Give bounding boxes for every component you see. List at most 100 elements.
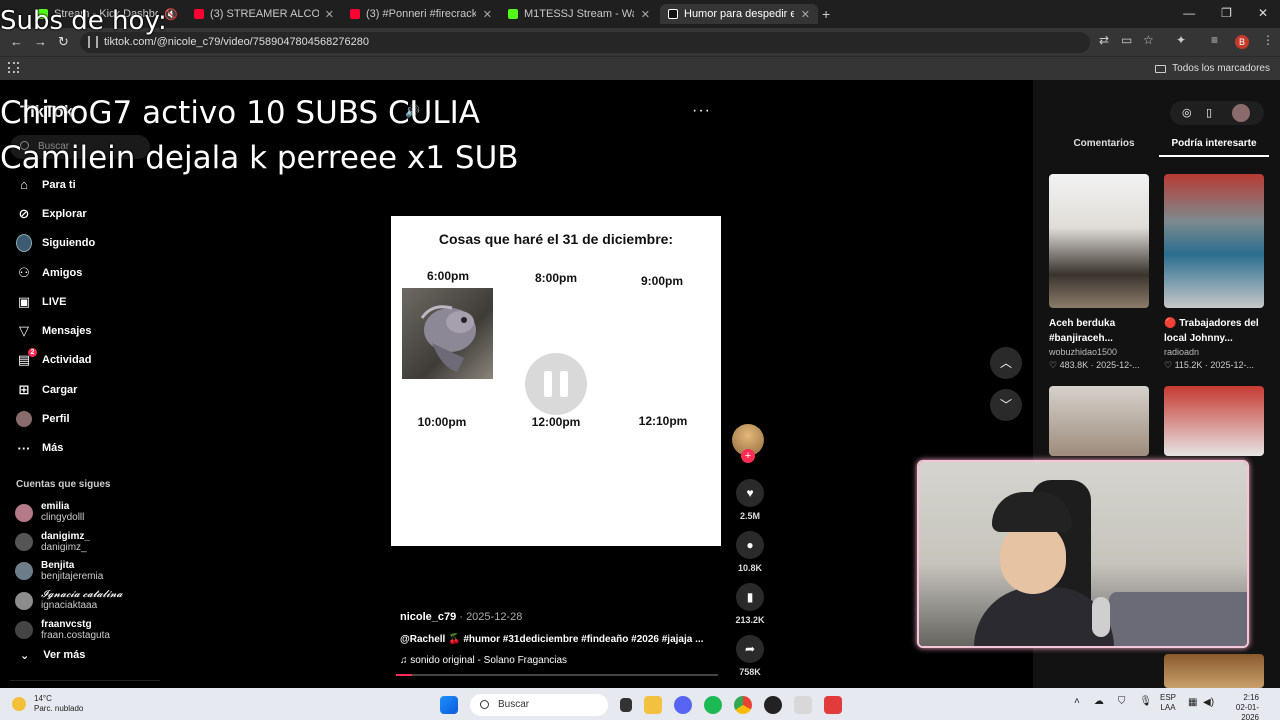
- maximize-icon[interactable]: ❐: [1221, 6, 1232, 20]
- close-tab-icon[interactable]: ✕: [325, 8, 334, 21]
- language-indicator[interactable]: ESP LAA: [1160, 693, 1176, 713]
- forward-icon[interactable]: →: [34, 34, 47, 49]
- extensions-icon[interactable]: ✦: [1176, 33, 1186, 47]
- weather-widget[interactable]: 14°C Parc. nublado: [12, 694, 83, 714]
- suggested-video-card[interactable]: [1164, 654, 1264, 688]
- new-tab-button[interactable]: +: [822, 6, 830, 22]
- tab-title: (3) #Ponneri #firecrackers #fire: [366, 8, 476, 20]
- file-explorer-icon[interactable]: [644, 696, 662, 714]
- minimize-icon[interactable]: —: [1183, 6, 1195, 20]
- menu-icon[interactable]: ⋮: [1262, 33, 1274, 47]
- follow-plus-button[interactable]: +: [741, 449, 755, 463]
- chrome-icon[interactable]: [734, 696, 752, 714]
- sidebar-item-mensajes[interactable]: ▽ Mensajes: [16, 316, 95, 345]
- windows-start-icon[interactable]: [440, 696, 458, 714]
- bookmark-star-icon[interactable]: ☆: [1143, 33, 1154, 47]
- video-description[interactable]: @Rachell 🍒 #humor #31dediciembre #findea…: [400, 634, 703, 645]
- sidebar-item-cargar[interactable]: ⊞ Cargar: [16, 375, 95, 404]
- subs-line-overlay: ChinoG7 activo 10 SUBS CULIA: [0, 95, 480, 131]
- see-more-button[interactable]: ⌄ Ver más: [20, 649, 85, 662]
- tab-comentarios[interactable]: Comentarios: [1049, 138, 1159, 157]
- cast-icon[interactable]: ▭: [1121, 33, 1132, 47]
- browser-tab[interactable]: M1TESSJ Stream - Watch Live o ✕: [500, 4, 658, 24]
- close-tab-icon[interactable]: ✕: [483, 8, 492, 21]
- suggested-video-card[interactable]: [1164, 386, 1264, 456]
- discord-icon[interactable]: [674, 696, 692, 714]
- network-icon[interactable]: ☁: [1094, 696, 1104, 707]
- following-list: emilia clingydolll danigimz_ danigimz_ Ben…: [15, 498, 122, 645]
- suggested-video-card[interactable]: 🔴 Trabajadores del local Johnny... radio…: [1164, 174, 1264, 371]
- task-view-icon[interactable]: [620, 698, 632, 712]
- browser-tab[interactable]: (3) #Ponneri #firecrackers #fire ✕: [342, 4, 500, 24]
- streaming-app-icon[interactable]: [824, 696, 842, 714]
- browser-tab[interactable]: (3) STREAMER ALCOHOLIZADO ✕: [186, 4, 342, 24]
- sidebar-item-label: Más: [42, 442, 64, 455]
- reload-icon[interactable]: ↻: [58, 34, 69, 50]
- following-account[interactable]: 𝓘𝓰𝓷𝓪𝓬𝓲𝓪 𝓬𝓪𝓽𝓪𝓵𝓲𝓷𝓪 ignaciaktaaa: [15, 586, 122, 615]
- sidebar-item-label: Amigos: [42, 266, 83, 279]
- sidebar-item-mas[interactable]: ··· Más: [16, 434, 95, 463]
- profile-avatar[interactable]: B: [1235, 35, 1249, 49]
- microphone-icon[interactable]: 🎙: [1139, 696, 1152, 707]
- window-controls: — ❐ ✕: [1183, 6, 1268, 20]
- following-account[interactable]: Benjita benjitajeremia: [15, 557, 122, 586]
- save-button[interactable]: ▮ 213.2K: [733, 583, 767, 625]
- more-options-icon[interactable]: ···: [692, 102, 711, 120]
- apps-grid-icon[interactable]: [8, 62, 19, 73]
- following-account[interactable]: danigimz_ danigimz_: [15, 527, 122, 556]
- device-icon[interactable]: ▯: [1206, 106, 1212, 119]
- close-tab-icon[interactable]: ✕: [641, 8, 650, 21]
- sidebar-item-perfil[interactable]: Perfil: [16, 404, 95, 433]
- pause-button[interactable]: [525, 353, 587, 415]
- card-title: 🔴 Trabajadores del local Johnny...: [1164, 318, 1259, 344]
- sidebar-item-label: Perfil: [42, 413, 70, 426]
- following-account[interactable]: fraanvcstg fraan.costaguta: [15, 616, 122, 645]
- site-info-icon[interactable]: [88, 36, 98, 48]
- volume-icon[interactable]: ◀): [1203, 697, 1214, 708]
- sidebar-item-amigos[interactable]: ⚇ Amigos: [16, 258, 95, 287]
- suggested-video-card[interactable]: Aceh berduka #banjiraceh... wobuzhidao15…: [1049, 174, 1149, 371]
- sidebar-item-explorar[interactable]: ⊘ Explorar: [16, 199, 95, 228]
- share-count: 758K: [739, 667, 761, 677]
- spotify-icon[interactable]: [704, 696, 722, 714]
- security-icon[interactable]: ⛉: [1118, 696, 1126, 707]
- browser-tab-active[interactable]: Humor para despedir el añ ✕: [660, 4, 818, 24]
- taskbar-search[interactable]: Buscar: [470, 694, 608, 716]
- card-user: radioadn: [1164, 347, 1200, 357]
- video-progress-bar[interactable]: [396, 674, 718, 676]
- next-video-button[interactable]: ﹀: [990, 389, 1022, 421]
- sidebar-item-siguiendo[interactable]: Siguiendo: [16, 229, 95, 258]
- following-account[interactable]: emilia clingydolll: [15, 498, 122, 527]
- all-bookmarks-button[interactable]: Todos los marcadores: [1155, 63, 1270, 74]
- sidebar-item-actividad[interactable]: ▤ 2 Actividad: [16, 346, 95, 375]
- sidebar-item-live[interactable]: ▣ LIVE: [16, 287, 95, 316]
- reading-list-icon[interactable]: ≡: [1211, 33, 1218, 47]
- video-thumbnail: [1164, 654, 1264, 688]
- obs-icon[interactable]: [764, 696, 782, 714]
- heart-icon: ♥: [736, 479, 764, 507]
- coins-icon[interactable]: ◎: [1182, 106, 1192, 119]
- suggested-video-card[interactable]: [1049, 386, 1149, 456]
- app-icon[interactable]: [794, 696, 812, 714]
- translate-icon[interactable]: ⇄: [1099, 33, 1109, 47]
- wifi-icon[interactable]: ▦: [1188, 697, 1197, 708]
- like-button[interactable]: ♥ 2.5M: [733, 479, 767, 521]
- previous-video-button[interactable]: ︿: [990, 347, 1022, 379]
- sidebar-nav: ⌂ Para ti ⊘ Explorar Siguiendo ⚇ Amigos …: [16, 170, 95, 463]
- video-sound[interactable]: ♫ sonido original - Solano Fragancias: [400, 655, 567, 666]
- video-player[interactable]: Cosas que haré el 31 de diciembre: 6:00p…: [391, 216, 721, 546]
- close-window-icon[interactable]: ✕: [1258, 6, 1268, 20]
- back-icon[interactable]: ←: [10, 34, 23, 49]
- chevron-up-icon[interactable]: ˄: [1074, 696, 1080, 707]
- tab-podria-interesarte[interactable]: Podría interesarte: [1159, 138, 1269, 157]
- lizard-figure: [420, 305, 476, 372]
- user-avatar[interactable]: [1232, 104, 1250, 122]
- account-name: 𝓘𝓰𝓷𝓪𝓬𝓲𝓪 𝓬𝓪𝓽𝓪𝓵𝓲𝓷𝓪: [41, 589, 123, 601]
- comment-button[interactable]: ● 10.8K: [733, 531, 767, 573]
- taskbar-apps: Buscar: [440, 694, 842, 716]
- share-button[interactable]: ➦ 758K: [733, 635, 767, 677]
- omnibox[interactable]: tiktok.com/@nicole_c79/video/75890478045…: [80, 32, 1090, 53]
- system-clock[interactable]: 2:16 02-01-2026: [1221, 693, 1259, 720]
- close-tab-icon[interactable]: ✕: [801, 8, 810, 21]
- video-author[interactable]: nicole_c79: [400, 611, 456, 623]
